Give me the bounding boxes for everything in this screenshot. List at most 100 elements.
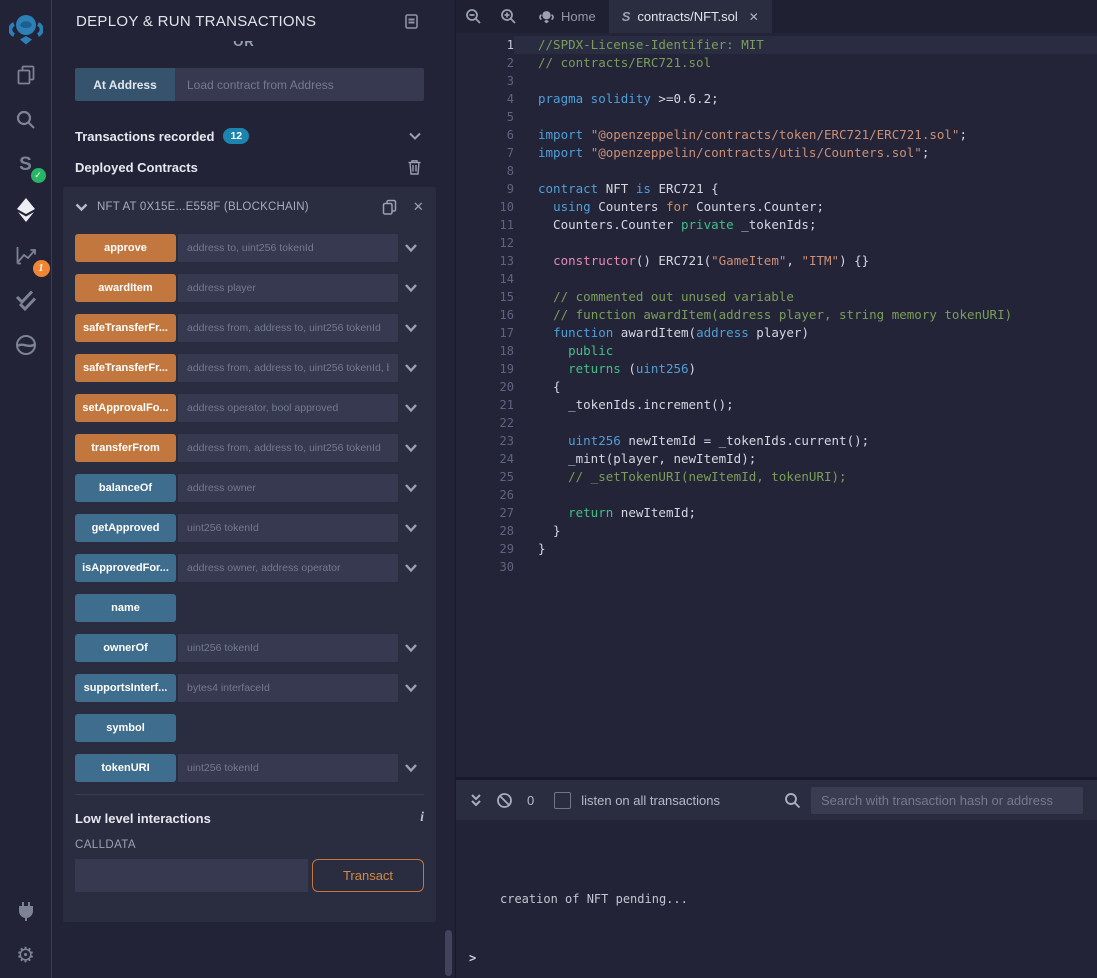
- contract-function-button[interactable]: balanceOf: [75, 474, 176, 502]
- chevron-down-icon[interactable]: [75, 203, 88, 212]
- contract-function-row: approve: [75, 234, 424, 262]
- calldata-input[interactable]: [75, 859, 308, 892]
- deployed-contracts-row: Deployed Contracts: [75, 159, 422, 175]
- tab-label: contracts/NFT.sol: [637, 9, 737, 24]
- zoom-in-icon[interactable]: [491, 0, 526, 33]
- expand-arguments-icon[interactable]: [398, 523, 424, 533]
- code-line: 15 // commented out unused variable: [456, 288, 1097, 306]
- line-number: 23: [456, 432, 514, 450]
- code-line: 6import "@openzeppelin/contracts/token/E…: [456, 126, 1097, 144]
- contract-function-button[interactable]: isApprovedFor...: [75, 554, 176, 582]
- expand-arguments-icon[interactable]: [398, 363, 424, 373]
- function-args-input[interactable]: [178, 554, 398, 582]
- contract-function-button[interactable]: name: [75, 594, 176, 622]
- info-icon[interactable]: i: [420, 810, 424, 826]
- copy-icon[interactable]: [382, 199, 397, 215]
- deployed-contracts-label: Deployed Contracts: [75, 160, 198, 175]
- deployed-contract-title: NFT AT 0X15E...E558F (BLOCKCHAIN): [97, 201, 309, 213]
- terminal-body[interactable]: creation of NFT pending... >: [456, 820, 1097, 978]
- function-args-input[interactable]: [178, 514, 398, 542]
- tab-bar: Home S contracts/NFT.sol ✕: [456, 0, 1097, 33]
- code-line: 5: [456, 108, 1097, 126]
- expand-arguments-icon[interactable]: [398, 563, 424, 573]
- transactions-count-badge: 12: [223, 128, 249, 144]
- sidebar-item-unit-testing[interactable]: [0, 277, 52, 322]
- expand-arguments-icon[interactable]: [398, 763, 424, 773]
- contract-function-button[interactable]: transferFrom: [75, 434, 176, 462]
- code-line: 14: [456, 270, 1097, 288]
- transaction-count: 0: [527, 793, 534, 808]
- code-line: 29}: [456, 540, 1097, 558]
- at-address-input[interactable]: [175, 68, 424, 101]
- close-icon[interactable]: ✕: [749, 10, 759, 24]
- sidebar-item-deploy-run[interactable]: [0, 187, 52, 232]
- function-args-input[interactable]: [178, 434, 398, 462]
- sidebar-item-plugin-manager[interactable]: [0, 888, 52, 933]
- line-number: 3: [456, 72, 514, 90]
- function-args-input[interactable]: [178, 314, 398, 342]
- line-number: 15: [456, 288, 514, 306]
- search-icon: [784, 792, 801, 809]
- contract-function-button[interactable]: approve: [75, 234, 176, 262]
- function-args-input[interactable]: [178, 274, 398, 302]
- contract-function-button[interactable]: awardItem: [75, 274, 176, 302]
- function-args-input[interactable]: [178, 234, 398, 262]
- expand-arguments-icon[interactable]: [398, 243, 424, 253]
- tab-nft-sol[interactable]: S contracts/NFT.sol ✕: [609, 0, 772, 33]
- contract-function-row: isApprovedFor...: [75, 554, 424, 582]
- panel-scrollbar[interactable]: [445, 930, 452, 976]
- chevron-down-icon[interactable]: [408, 131, 422, 141]
- function-args-input[interactable]: [178, 674, 398, 702]
- sidebar-item-settings[interactable]: ⚙: [0, 933, 52, 978]
- expand-arguments-icon[interactable]: [398, 643, 424, 653]
- listen-all-transactions-checkbox[interactable]: [554, 792, 571, 809]
- expand-arguments-icon[interactable]: [398, 323, 424, 333]
- contract-function-button[interactable]: tokenURI: [75, 754, 176, 782]
- transact-button[interactable]: Transact: [312, 859, 424, 892]
- deployed-contract-header[interactable]: NFT AT 0X15E...E558F (BLOCKCHAIN) ✕: [75, 199, 424, 215]
- deploy-run-icon: [14, 197, 38, 223]
- collapse-icon[interactable]: [470, 793, 482, 808]
- function-args-input[interactable]: [178, 394, 398, 422]
- tab-label: Home: [561, 9, 596, 24]
- line-number: 20: [456, 378, 514, 396]
- at-address-button[interactable]: At Address: [75, 68, 175, 101]
- contract-function-row: name: [75, 594, 424, 622]
- contract-function-button[interactable]: safeTransferFr...: [75, 314, 176, 342]
- zoom-out-icon[interactable]: [456, 0, 491, 33]
- line-number: 6: [456, 126, 514, 144]
- sidebar-item-search[interactable]: [0, 97, 52, 142]
- contract-function-button[interactable]: supportsInterf...: [75, 674, 176, 702]
- expand-arguments-icon[interactable]: [398, 443, 424, 453]
- code-editor[interactable]: 1//SPDX-License-Identifier: MIT2// contr…: [456, 33, 1097, 777]
- expand-arguments-icon[interactable]: [398, 483, 424, 493]
- function-args-input[interactable]: [178, 754, 398, 782]
- function-args-input[interactable]: [178, 634, 398, 662]
- function-args-input[interactable]: [178, 474, 398, 502]
- terminal-search-input[interactable]: [811, 787, 1083, 814]
- sidebar-item-solidity-compiler[interactable]: S ✓: [0, 142, 52, 187]
- contract-function-button[interactable]: getApproved: [75, 514, 176, 542]
- line-number: 17: [456, 324, 514, 342]
- code-line: 8: [456, 162, 1097, 180]
- contract-function-button[interactable]: ownerOf: [75, 634, 176, 662]
- line-number: 25: [456, 468, 514, 486]
- expand-arguments-icon[interactable]: [398, 283, 424, 293]
- panel-resize-gutter[interactable]: [436, 0, 455, 978]
- tab-home[interactable]: Home: [526, 0, 609, 33]
- docs-icon[interactable]: [403, 13, 420, 30]
- ban-icon[interactable]: [496, 792, 513, 809]
- expand-arguments-icon[interactable]: [398, 403, 424, 413]
- function-args-input[interactable]: [178, 354, 398, 382]
- close-icon[interactable]: ✕: [413, 199, 424, 215]
- sidebar-item-analysis[interactable]: 1: [0, 232, 52, 277]
- sidebar-item-file-explorer[interactable]: [0, 52, 52, 97]
- expand-arguments-icon[interactable]: [398, 683, 424, 693]
- sidebar-item-plugin-globe[interactable]: [0, 322, 52, 367]
- contract-function-button[interactable]: setApprovalFo...: [75, 394, 176, 422]
- contract-function-button[interactable]: symbol: [75, 714, 176, 742]
- trash-icon[interactable]: [407, 159, 422, 175]
- contract-function-button[interactable]: safeTransferFr...: [75, 354, 176, 382]
- code-line: 20 {: [456, 378, 1097, 396]
- activity-bar: S ✓ 1 ⚙: [0, 0, 52, 978]
